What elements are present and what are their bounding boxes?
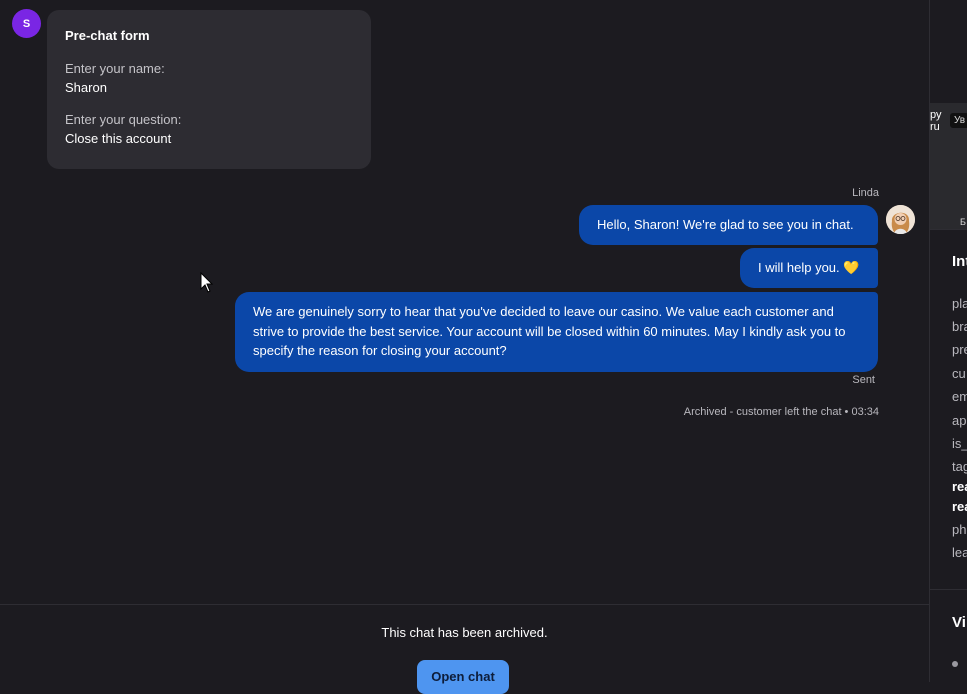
info-field: rea <box>952 479 967 494</box>
archived-message: This chat has been archived. <box>381 625 548 640</box>
agent-avatar <box>886 205 915 234</box>
chat-footer: This chat has been archived. Open chat <box>0 604 929 694</box>
prechat-question-label: Enter your question: <box>65 112 182 127</box>
map-text: ру <box>930 109 942 121</box>
message-text: Hello, Sharon! We're glad to see you in … <box>597 217 854 232</box>
divider <box>930 229 967 230</box>
open-chat-button[interactable]: Open chat <box>417 660 509 694</box>
mouse-cursor-icon <box>200 272 214 293</box>
info-field: is_ <box>952 436 967 451</box>
info-field: tag <box>952 459 967 474</box>
info-field: em <box>952 389 967 404</box>
info-field: bra <box>952 319 967 334</box>
chat-area: S Pre-chat form Enter your name: Sharon … <box>0 0 929 694</box>
info-field: pla <box>952 296 967 311</box>
info-field: lea <box>952 545 967 560</box>
customer-avatar-initial: S <box>22 17 31 30</box>
info-field: rea <box>952 499 967 514</box>
agent-message: We are genuinely sorry to hear that you'… <box>235 292 878 372</box>
customer-avatar: S <box>12 9 41 38</box>
customer-info-panel: ру ru Ув Б Int pla bra pre cu em ap is_ … <box>929 0 967 682</box>
message-text: We are genuinely sorry to hear that you'… <box>253 304 846 358</box>
divider <box>930 589 967 590</box>
prechat-question-value: Close this account <box>65 131 172 146</box>
archive-notice: Archived - customer left the chat • 03:3… <box>683 406 879 418</box>
location-map[interactable]: ру ru Ув Б <box>930 103 967 230</box>
message-status: Sent <box>852 374 875 386</box>
info-field: ap <box>952 413 967 428</box>
prechat-name-value: Sharon <box>65 80 107 95</box>
heart-emoji-icon: 💛 <box>843 260 860 275</box>
prechat-form-title: Pre-chat form <box>65 28 150 43</box>
bullet-icon <box>952 661 958 667</box>
map-text: Б <box>960 217 966 227</box>
prechat-form-card: Pre-chat form Enter your name: Sharon En… <box>47 10 371 169</box>
map-text: ru <box>930 121 940 133</box>
info-field: cu <box>952 366 966 381</box>
map-zoom-button[interactable]: Ув <box>950 113 967 128</box>
agent-name: Linda <box>852 187 879 199</box>
message-text: I will help you. <box>758 260 840 275</box>
info-field: pre <box>952 342 967 357</box>
prechat-name-label: Enter your name: <box>65 61 165 76</box>
agent-message: I will help you. 💛 <box>740 248 878 288</box>
info-field: ph <box>952 522 967 537</box>
agent-message: Hello, Sharon! We're glad to see you in … <box>579 205 878 245</box>
info-section-title: Int <box>952 253 967 270</box>
visits-section-title: Vi <box>952 614 966 631</box>
